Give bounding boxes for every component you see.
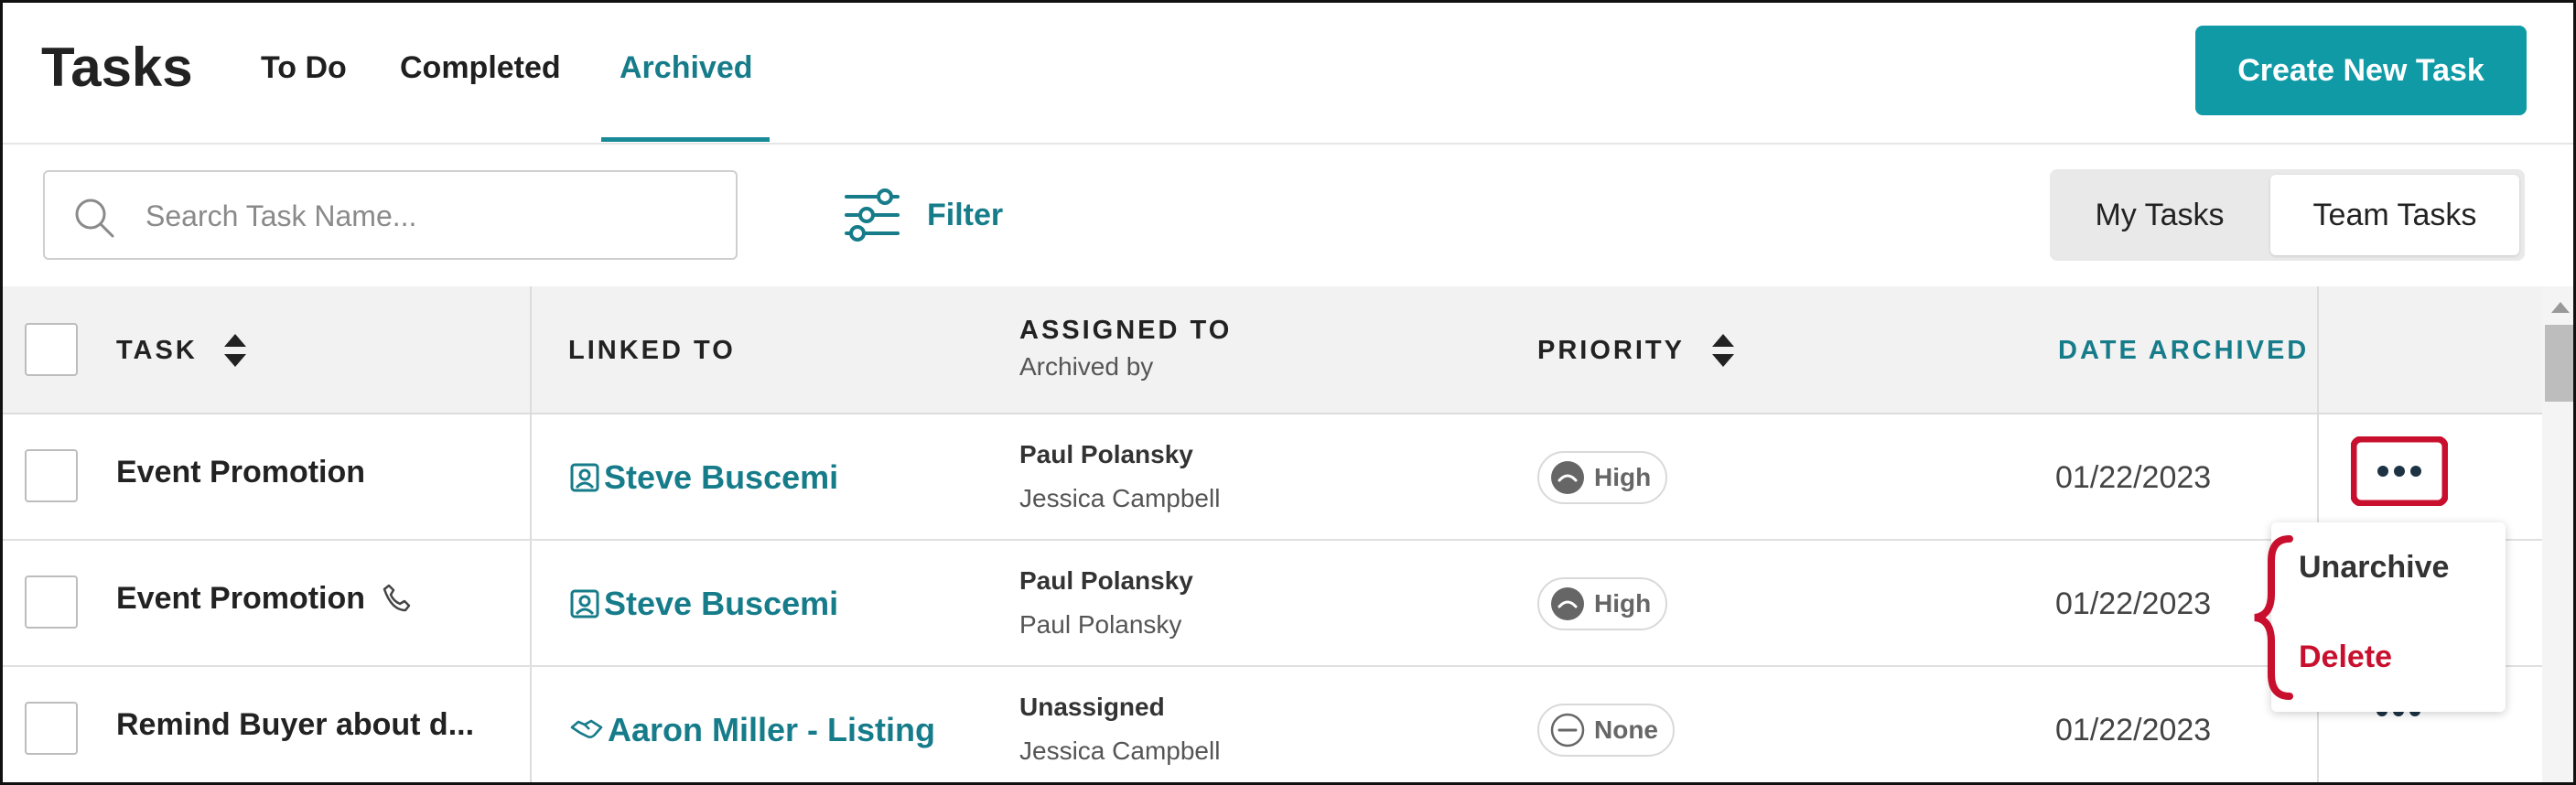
create-new-task-button[interactable]: Create New Task <box>2195 26 2527 115</box>
table-header: TASK LINKED TO ASSIGNED TO Archived by P… <box>3 286 2542 414</box>
delete-menu-item[interactable]: Delete <box>2299 640 2392 675</box>
scrollbar-thumb[interactable] <box>2545 325 2573 402</box>
page-title: Tasks <box>41 37 193 98</box>
column-subheader-archived-by: Archived by <box>1019 352 1154 381</box>
phone-icon <box>383 584 411 612</box>
header: Tasks To Do Completed Archived Create Ne… <box>3 3 2573 145</box>
search-icon <box>75 199 114 238</box>
tab-archived[interactable]: Archived <box>620 50 753 86</box>
more-options-icon[interactable] <box>2351 436 2448 506</box>
column-header-task[interactable]: TASK <box>116 336 198 366</box>
priority-label: None <box>1594 715 1658 744</box>
priority-badge: High <box>1537 577 1668 630</box>
tasks-window: Tasks To Do Completed Archived Create Ne… <box>0 0 2576 785</box>
filter-button[interactable]: Filter <box>843 186 1003 244</box>
tasks-table: TASK LINKED TO ASSIGNED TO Archived by P… <box>3 286 2542 782</box>
date-archived: 01/22/2023 <box>2055 713 2212 747</box>
table-row[interactable]: Event Promotion Steve Buscemi Paul Polan… <box>3 541 2542 667</box>
assigned-to: Unassigned <box>1019 693 1165 721</box>
active-tab-indicator <box>601 137 770 142</box>
task-name[interactable]: Event Promotion <box>116 455 365 490</box>
linked-to-label: Aaron Miller - Listing <box>608 711 936 748</box>
priority-label: High <box>1594 463 1652 491</box>
select-all-checkbox[interactable] <box>25 323 78 376</box>
priority-label: High <box>1594 589 1652 618</box>
task-name[interactable]: Remind Buyer about d... <box>116 707 474 743</box>
task-name[interactable]: Event Promotion <box>116 581 412 617</box>
my-tasks-toggle[interactable]: My Tasks <box>2050 169 2269 261</box>
priority-badge: None <box>1537 704 1675 757</box>
column-header-assigned-to: ASSIGNED TO <box>1019 316 1233 345</box>
contact-card-icon <box>570 589 599 618</box>
row-checkbox[interactable] <box>25 702 78 755</box>
search-box[interactable] <box>43 170 738 260</box>
sort-icon[interactable] <box>1710 332 1736 369</box>
priority-high-icon <box>1551 461 1584 494</box>
row-checkbox[interactable] <box>25 449 78 502</box>
tab-to-do[interactable]: To Do <box>261 50 347 86</box>
tab-completed[interactable]: Completed <box>400 50 561 86</box>
unarchive-menu-item[interactable]: Unarchive <box>2299 550 2449 586</box>
linked-listing-link[interactable]: Aaron Miller - Listing <box>569 711 935 749</box>
row-options-menu: Unarchive Delete <box>2271 522 2506 712</box>
priority-high-icon <box>1551 587 1584 620</box>
column-header-priority[interactable]: PRIORITY <box>1537 336 1685 366</box>
column-header-date-archived[interactable]: DATE ARCHIVED <box>2058 336 2309 366</box>
priority-none-icon <box>1550 713 1585 747</box>
linked-contact-link[interactable]: Steve Buscemi <box>569 458 838 497</box>
sort-icon[interactable] <box>222 332 248 369</box>
highlight-brace <box>2254 535 2293 700</box>
table-row[interactable]: Event Promotion Steve Buscemi Paul Polan… <box>3 414 2542 541</box>
task-scope-toggle: My Tasks Team Tasks <box>2050 169 2525 261</box>
linked-to-label: Steve Buscemi <box>604 585 839 622</box>
assigned-to: Paul Polansky <box>1019 566 1193 595</box>
scroll-up-arrow-icon[interactable] <box>2550 301 2571 314</box>
search-input[interactable] <box>146 190 713 242</box>
assigned-to: Paul Polansky <box>1019 440 1193 468</box>
contact-card-icon <box>570 463 599 492</box>
archived-by: Paul Polansky <box>1019 610 1182 639</box>
archived-by: Jessica Campbell <box>1019 484 1221 512</box>
archived-by: Jessica Campbell <box>1019 737 1221 765</box>
priority-badge: High <box>1537 451 1668 504</box>
filter-label: Filter <box>927 197 1004 232</box>
table-row[interactable]: Remind Buyer about d... Aaron Miller - L… <box>3 667 2542 782</box>
handshake-icon <box>570 719 603 738</box>
date-archived: 01/22/2023 <box>2055 586 2212 621</box>
linked-contact-link[interactable]: Steve Buscemi <box>569 585 838 623</box>
task-name-label: Event Promotion <box>116 581 366 616</box>
date-archived: 01/22/2023 <box>2055 460 2212 495</box>
team-tasks-toggle[interactable]: Team Tasks <box>2270 175 2519 255</box>
row-checkbox[interactable] <box>25 575 78 629</box>
column-header-linked-to: LINKED TO <box>568 336 736 365</box>
filter-sliders-icon <box>845 188 900 242</box>
linked-to-label: Steve Buscemi <box>604 458 839 496</box>
